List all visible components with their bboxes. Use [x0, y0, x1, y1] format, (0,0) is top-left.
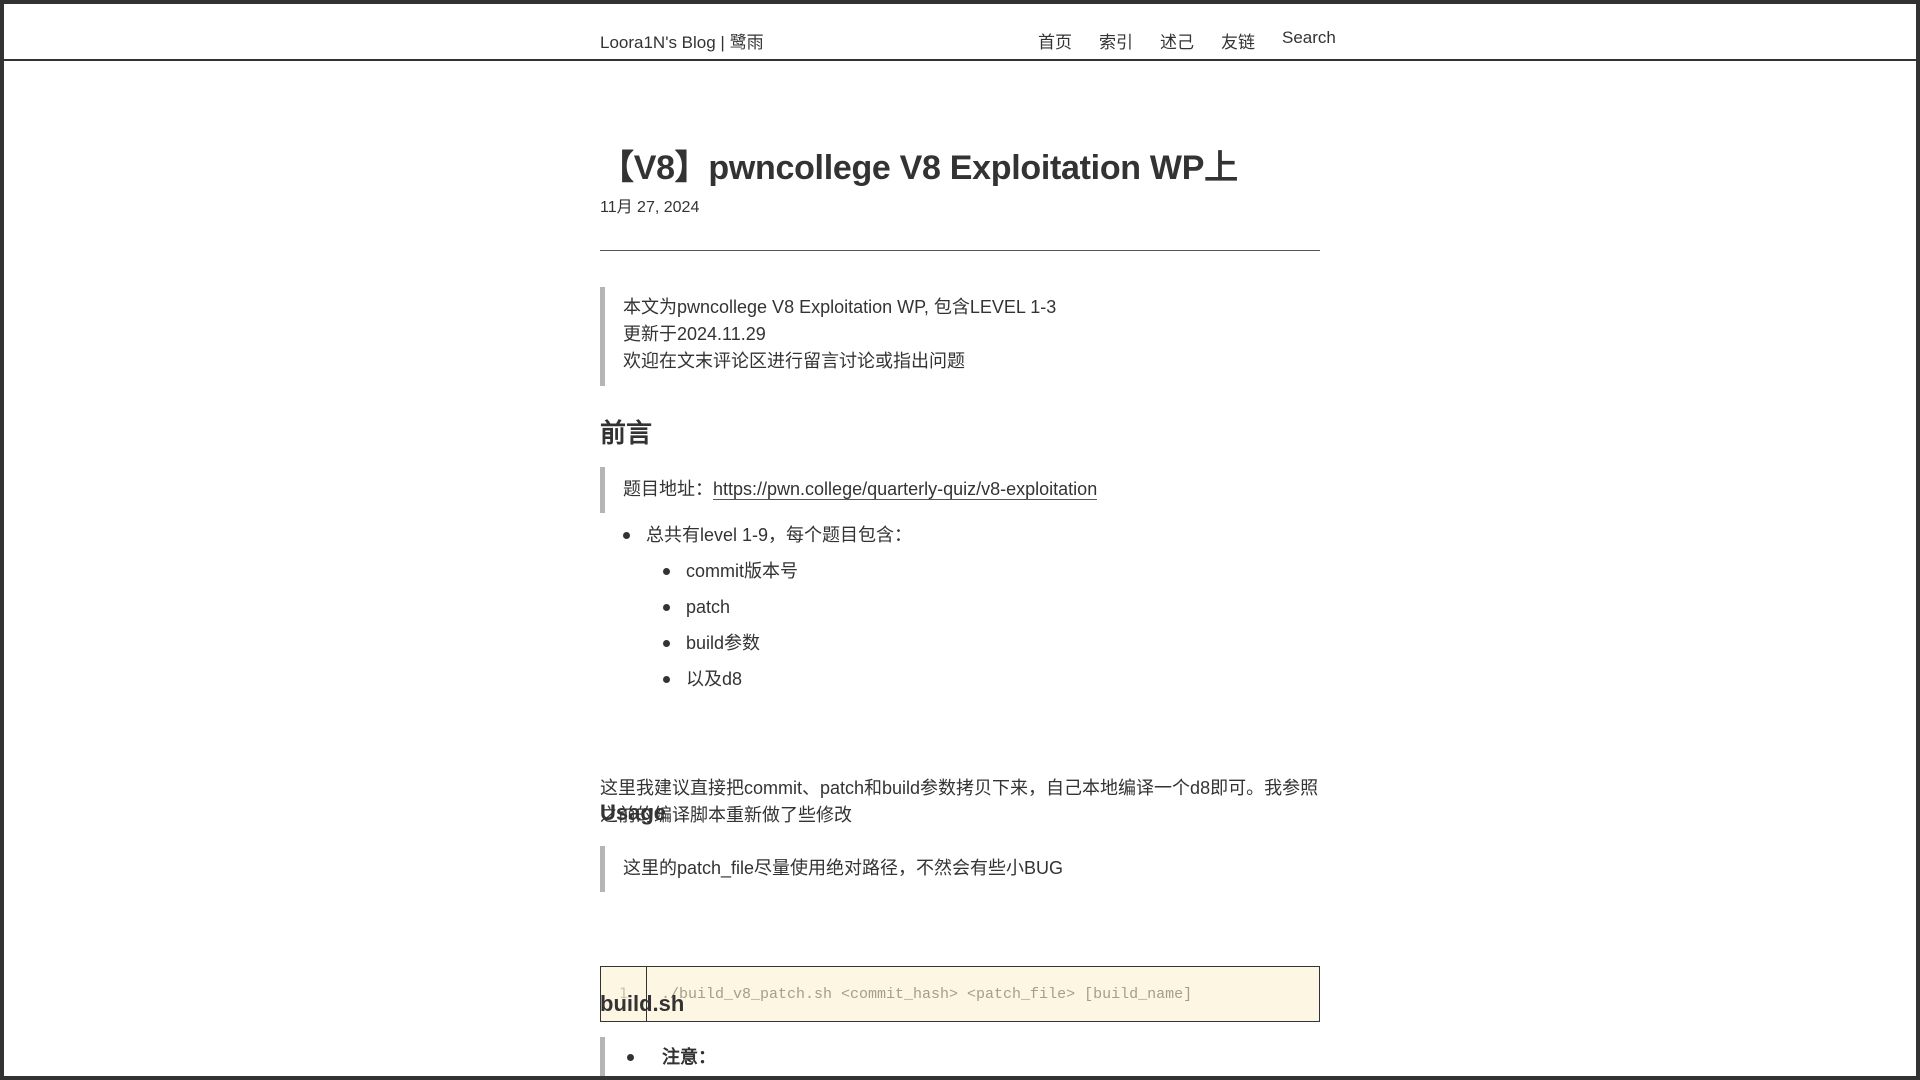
intro-line: 欢迎在文末评论区进行留言讨论或指出问题	[623, 351, 965, 371]
site-header: Loora1N's Blog | 鹭雨 首页 索引 述己 友链 Search	[4, 4, 1916, 61]
post-date: 11月 27, 2024	[600, 199, 700, 216]
bullet-icon	[663, 568, 670, 575]
list-item: 注意：	[623, 1044, 1300, 1074]
address-blockquote: 题目地址：https://pwn.college/quarterly-quiz/…	[600, 467, 1300, 513]
nav-home-link[interactable]: 首页	[1038, 28, 1072, 53]
list-item-text: build参数	[686, 633, 761, 653]
list-item-text: 以及d8	[686, 669, 743, 689]
section-heading-preface: 前言	[600, 418, 653, 448]
code-block[interactable]: 1 ./build_v8_patch.sh <commit_hash> <pat…	[600, 966, 1320, 1022]
intro-blockquote: 本文为pwncollege V8 Exploitation WP, 包含LEVE…	[600, 287, 1300, 386]
levels-list: 总共有level 1-9，每个题目包含： commit版本号 patch bui…	[600, 522, 912, 702]
nav-friends-link[interactable]: 友链	[1221, 28, 1255, 53]
notice-blockquote: 注意：	[600, 1037, 1300, 1076]
bullet-icon	[627, 1054, 634, 1061]
list-item: patch	[600, 594, 912, 630]
body-paragraph: 这里我建议直接把commit、patch和build参数拷贝下来，自己本地编译一…	[600, 778, 1319, 825]
main-nav: 首页 索引 述己 友链 Search	[1038, 28, 1336, 53]
usage-blockquote: 这里的patch_file尽量使用绝对路径，不然会有些小BUG	[600, 846, 1300, 892]
list-item: build参数	[600, 630, 912, 666]
bullet-icon	[663, 640, 670, 647]
bullet-icon	[623, 532, 630, 539]
post-title: 【V8】pwncollege V8 Exploitation WP上	[600, 149, 1238, 187]
nav-search-link[interactable]: Search	[1282, 28, 1336, 53]
intro-line: 本文为pwncollege V8 Exploitation WP, 包含LEVE…	[623, 297, 1057, 317]
section-heading-build: build.sh	[600, 991, 685, 1016]
list-item-text: 总共有level 1-9，每个题目包含：	[646, 525, 913, 545]
bullet-icon	[663, 676, 670, 683]
nav-index-link[interactable]: 索引	[1099, 28, 1133, 53]
list-item-text: commit版本号	[686, 561, 798, 581]
title-divider	[600, 250, 1320, 251]
site-title-link[interactable]: Loora1N's Blog | 鹭雨	[600, 28, 764, 53]
nav-about-link[interactable]: 述己	[1160, 28, 1194, 53]
section-heading-usage: Usage	[600, 800, 667, 825]
challenge-address-link[interactable]: https://pwn.college/quarterly-quiz/v8-ex…	[713, 479, 1098, 500]
notice-label: 注意：	[662, 1047, 716, 1067]
browser-viewport: Loora1N's Blog | 鹭雨 首页 索引 述己 友链 Search 【…	[0, 0, 1920, 1080]
list-item-text: patch	[686, 597, 731, 617]
intro-line: 更新于2024.11.29	[623, 324, 766, 344]
list-item: 以及d8	[600, 666, 912, 702]
list-item: 总共有level 1-9，每个题目包含：	[600, 522, 912, 558]
bullet-icon	[663, 604, 670, 611]
address-label: 题目地址：	[623, 479, 713, 499]
usage-note: 这里的patch_file尽量使用绝对路径，不然会有些小BUG	[623, 858, 1064, 878]
code-line[interactable]: ./build_v8_patch.sh <commit_hash> <patch…	[647, 986, 1192, 1003]
list-item: commit版本号	[600, 558, 912, 594]
